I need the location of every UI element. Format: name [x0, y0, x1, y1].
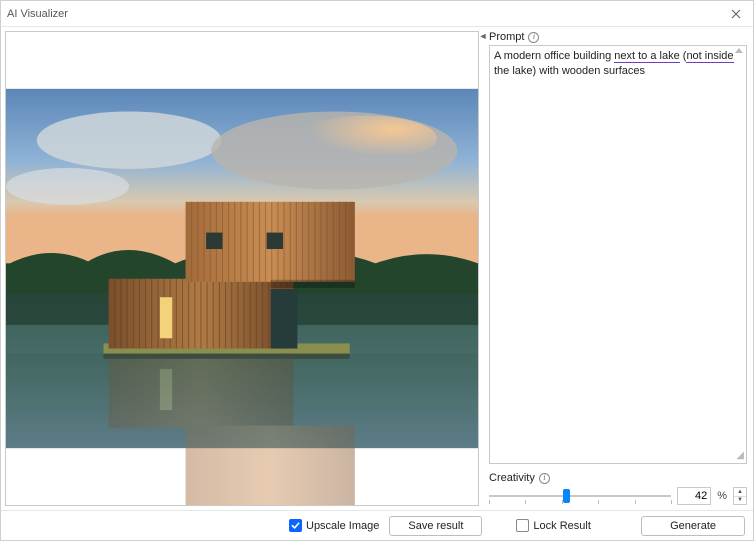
info-icon[interactable]: i [539, 473, 550, 484]
creativity-value-input[interactable] [677, 487, 711, 505]
slider-line [489, 495, 671, 497]
stepper-down-icon[interactable]: ▼ [734, 497, 746, 505]
creativity-stepper[interactable]: ▲ ▼ [733, 487, 747, 505]
close-button[interactable] [725, 5, 747, 23]
prompt-label: Prompt [489, 31, 524, 43]
creativity-slider[interactable] [489, 486, 671, 506]
prompt-section: Prompt i A modern office building next t… [489, 31, 747, 464]
image-pane [1, 27, 479, 510]
main-body: ◄ Prompt i A modern office building next… [1, 27, 753, 510]
prompt-textarea[interactable]: A modern office building next to a lake … [489, 45, 747, 464]
lock-result-label: Lock Result [533, 520, 590, 532]
canvas-frame[interactable] [5, 31, 479, 506]
titlebar: AI Visualizer [1, 1, 753, 27]
ai-visualizer-window: AI Visualizer [0, 0, 754, 541]
resize-grip-icon[interactable]: ◢ [736, 451, 744, 461]
prompt-label-row: Prompt i [489, 31, 747, 43]
upscale-label: Upscale Image [306, 520, 379, 532]
generate-button[interactable]: Generate [641, 516, 745, 536]
prompt-expand-icon[interactable] [735, 48, 743, 53]
upscale-checkbox-row[interactable]: Upscale Image [289, 519, 379, 532]
pane-divider[interactable]: ◄ [479, 27, 487, 510]
info-icon[interactable]: i [528, 32, 539, 43]
close-icon [731, 9, 741, 19]
prompt-text-1: A modern office building [494, 50, 614, 62]
generated-image [6, 32, 478, 505]
upscale-checkbox[interactable] [289, 519, 302, 532]
slider-ticks [489, 500, 671, 504]
lock-result-checkbox[interactable] [516, 519, 529, 532]
prompt-text-3: the lake) with wooden surfaces [494, 65, 645, 77]
prompt-text-ul-1: next to a lake [614, 50, 679, 63]
footer: Upscale Image Save result Lock Result Ge… [1, 510, 753, 540]
save-result-button[interactable]: Save result [389, 516, 482, 536]
lock-result-checkbox-row[interactable]: Lock Result [516, 519, 590, 532]
slider-thumb[interactable] [563, 489, 570, 503]
creativity-section: Creativity i % ▲ ▼ [489, 472, 747, 506]
creativity-slider-row: % ▲ ▼ [489, 486, 747, 506]
window-title: AI Visualizer [7, 8, 725, 20]
stepper-up-icon[interactable]: ▲ [734, 488, 746, 497]
percent-label: % [717, 490, 727, 502]
prompt-text-ul-2: not inside [686, 50, 733, 63]
controls-pane: Prompt i A modern office building next t… [487, 27, 753, 510]
check-icon [291, 521, 300, 530]
creativity-label-row: Creativity i [489, 472, 747, 484]
prompt-side-controls [735, 48, 743, 59]
creativity-label: Creativity [489, 472, 535, 484]
